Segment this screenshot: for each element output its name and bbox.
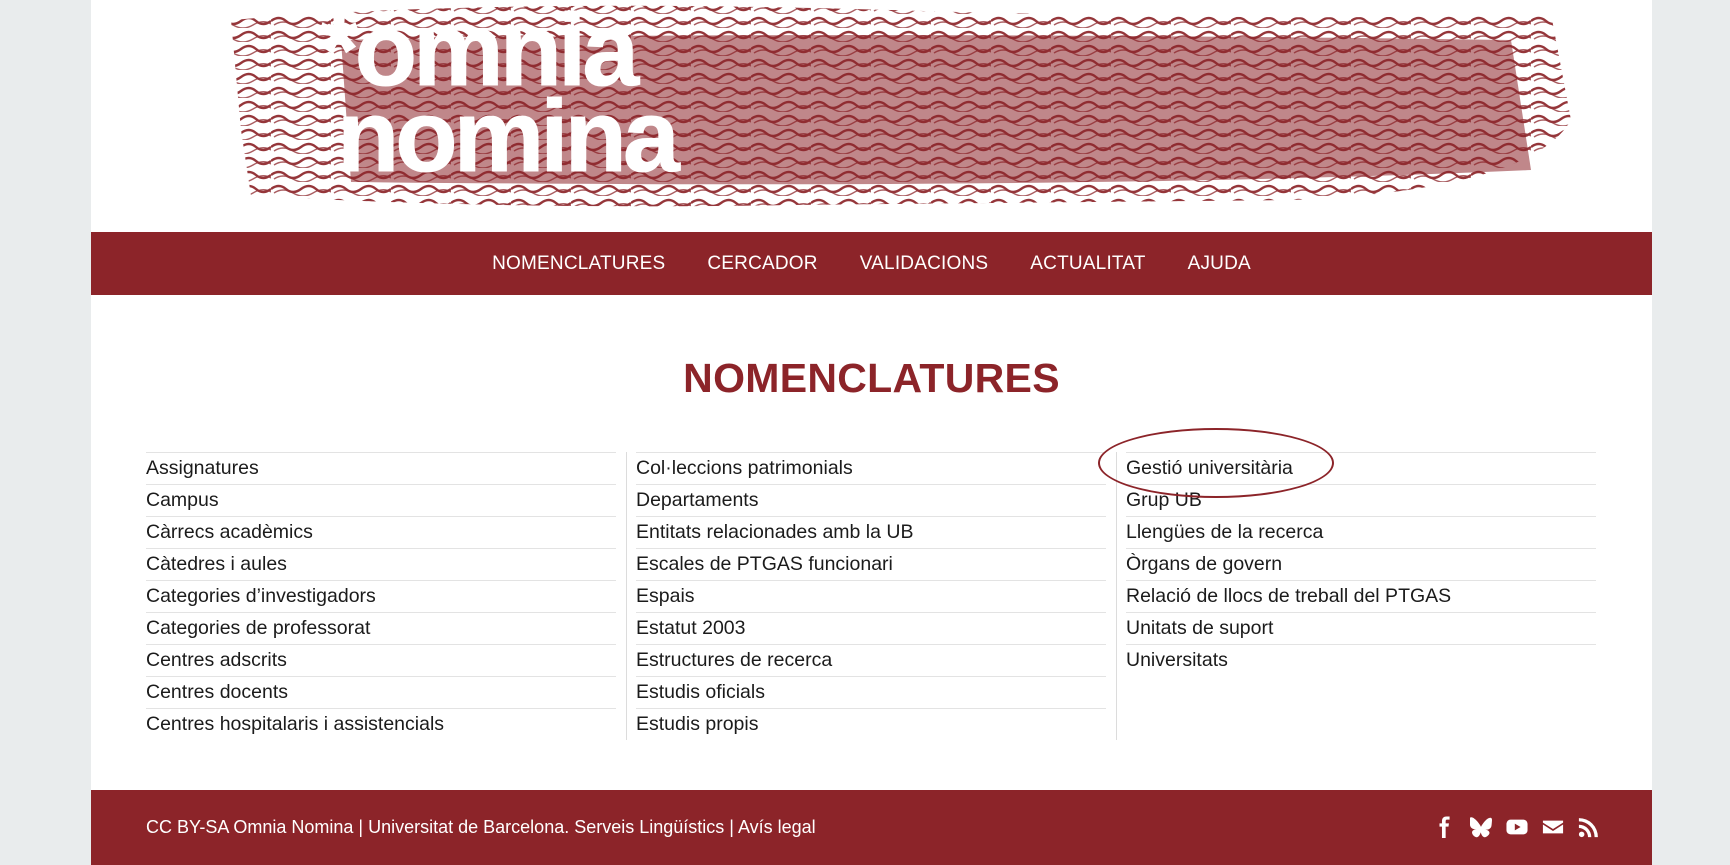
list-item-label: Llengües de la recerca (1126, 521, 1324, 543)
column-3: Gestió universitària Grup UB Llengües de… (1126, 452, 1596, 676)
list-item-label: Estatut 2003 (636, 617, 746, 639)
bluesky-icon[interactable] (1470, 816, 1492, 838)
list-item-carrecs-academics[interactable]: Càrrecs acadèmics (146, 516, 616, 548)
facebook-icon[interactable] (1434, 816, 1456, 838)
list-item-centres-adscrits[interactable]: Centres adscrits (146, 644, 616, 676)
list-item-label: Assignatures (146, 457, 259, 479)
list-item-label: Grup UB (1126, 489, 1202, 511)
footer-text: CC BY-SA Omnia Nomina | Universitat de B… (146, 817, 816, 838)
list-item-centres-hospitalaris[interactable]: Centres hospitalaris i assistencials (146, 708, 616, 740)
list-item-catedres-i-aules[interactable]: Càtedres i aules (146, 548, 616, 580)
list-item-label: Categories d’investigadors (146, 585, 376, 607)
nav-item-actualitat[interactable]: ACTUALITAT (1009, 253, 1166, 275)
list-item-espais[interactable]: Espais (636, 580, 1106, 612)
footer-legal-link[interactable]: Avís legal (738, 817, 816, 837)
footer-org-link[interactable]: Universitat de Barcelona. Serveis Lingüí… (368, 817, 724, 837)
list-item-label: Escales de PTGAS funcionari (636, 553, 893, 575)
page-container: *omnia nomina NOMENCLATURES CERCADOR VAL… (91, 0, 1652, 865)
list-item-llengues-recerca[interactable]: Llengües de la recerca (1126, 516, 1596, 548)
list-item-label: Categories de professorat (146, 617, 371, 639)
page-title: NOMENCLATURES (683, 355, 1060, 401)
list-item-label: Col·leccions patrimonials (636, 457, 853, 479)
list-item-label: Departaments (636, 489, 759, 511)
list-item-estructures-recerca[interactable]: Estructures de recerca (636, 644, 1106, 676)
list-item-label: Càtedres i aules (146, 553, 287, 575)
list-item-colleccions-patrimonials[interactable]: Col·leccions patrimonials (636, 452, 1106, 484)
list-item-assignatures[interactable]: Assignatures (146, 452, 616, 484)
list-item-estudis-oficials[interactable]: Estudis oficials (636, 676, 1106, 708)
list-item-universitats[interactable]: Universitats (1126, 644, 1596, 676)
list-item-gestio-universitaria[interactable]: Gestió universitària (1126, 452, 1596, 484)
logo[interactable]: *omnia nomina (241, 0, 711, 193)
social-links (1434, 816, 1600, 838)
header-banner: *omnia nomina (91, 0, 1652, 232)
list-item-label: Entitats relacionades amb la UB (636, 521, 914, 543)
list-item-label: Centres hospitalaris i assistencials (146, 713, 445, 735)
footer-separator: | (724, 817, 738, 837)
list-item-campus[interactable]: Campus (146, 484, 616, 516)
list-item-label: Centres adscrits (146, 649, 287, 671)
list-item-grup-ub[interactable]: Grup UB (1126, 484, 1596, 516)
list-item-label: Centres docents (146, 681, 288, 703)
main-nav: NOMENCLATURES CERCADOR VALIDACIONS ACTUA… (91, 232, 1652, 295)
footer-license: CC BY-SA Omnia Nomina (146, 817, 354, 837)
nav-item-validacions[interactable]: VALIDACIONS (839, 253, 1010, 275)
list-item-label: Estudis oficials (636, 681, 765, 703)
nav-item-ajuda[interactable]: AJUDA (1167, 253, 1272, 275)
list-item-label: Gestió universitària (1126, 457, 1293, 479)
nomenclatures-list: Assignatures Campus Càrrecs acadèmics Cà… (146, 452, 1597, 740)
list-item-unitats-suport[interactable]: Unitats de suport (1126, 612, 1596, 644)
logo-line-2: nomina (337, 79, 681, 193)
list-item-label: Estructures de recerca (636, 649, 833, 671)
column-divider (626, 452, 627, 740)
list-item-label: Campus (146, 489, 219, 511)
list-item-label: Òrgans de govern (1126, 553, 1283, 575)
list-item-estudis-propis[interactable]: Estudis propis (636, 708, 1106, 740)
list-item-label: Estudis propis (636, 713, 759, 735)
footer: CC BY-SA Omnia Nomina | Universitat de B… (91, 790, 1652, 865)
list-item-label: Espais (636, 585, 695, 607)
list-item-label: Càrrecs acadèmics (146, 521, 313, 543)
column-1: Assignatures Campus Càrrecs acadèmics Cà… (146, 452, 616, 740)
list-item-label: Unitats de suport (1126, 617, 1274, 639)
list-item-departaments[interactable]: Departaments (636, 484, 1106, 516)
list-item-escales-ptgas[interactable]: Escales de PTGAS funcionari (636, 548, 1106, 580)
list-item-organs-govern[interactable]: Òrgans de govern (1126, 548, 1596, 580)
column-2: Col·leccions patrimonials Departaments E… (636, 452, 1106, 740)
list-item-entitats-relacionades[interactable]: Entitats relacionades amb la UB (636, 516, 1106, 548)
email-icon[interactable] (1542, 816, 1564, 838)
footer-separator: | (353, 817, 369, 837)
list-item-centres-docents[interactable]: Centres docents (146, 676, 616, 708)
list-item-relacio-llocs-treball[interactable]: Relació de llocs de treball del PTGAS (1126, 580, 1596, 612)
nav-item-cercador[interactable]: CERCADOR (686, 253, 838, 275)
column-divider (1116, 452, 1117, 740)
list-item-categories-professorat[interactable]: Categories de professorat (146, 612, 616, 644)
list-item-estatut-2003[interactable]: Estatut 2003 (636, 612, 1106, 644)
rss-icon[interactable] (1578, 816, 1600, 838)
list-item-label: Universitats (1126, 649, 1228, 671)
nav-item-nomenclatures[interactable]: NOMENCLATURES (471, 253, 686, 275)
youtube-icon[interactable] (1506, 816, 1528, 838)
list-item-label: Relació de llocs de treball del PTGAS (1126, 585, 1452, 607)
list-item-categories-investigadors[interactable]: Categories d’investigadors (146, 580, 616, 612)
